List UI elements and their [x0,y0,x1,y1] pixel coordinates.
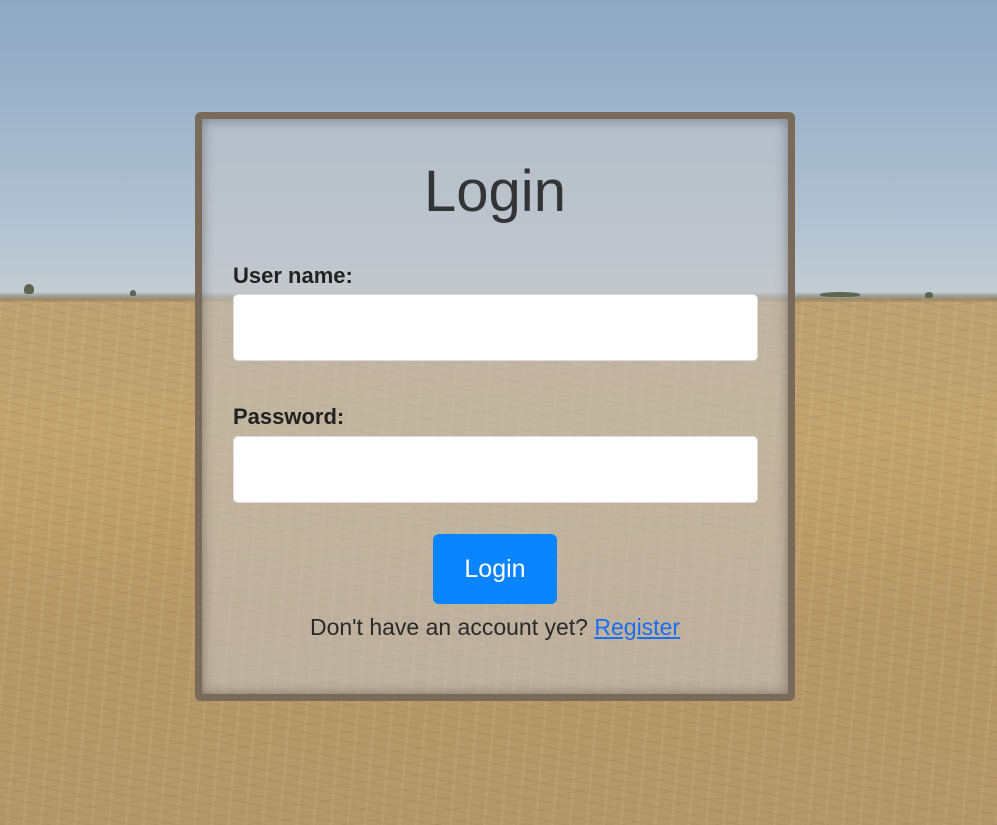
login-button[interactable]: Login [433,534,557,604]
register-prompt: Don't have an account yet? Register [202,612,788,642]
distant-tree [820,292,860,297]
distant-tree [925,292,933,298]
distant-tree [24,284,34,294]
register-link[interactable]: Register [594,614,680,640]
password-label: Password: [233,404,345,429]
login-card: Login User name: Password: Login Don't h… [195,112,795,701]
distant-tree [130,290,136,296]
login-title: Login [424,159,566,224]
page-background: Login User name: Password: Login Don't h… [0,0,997,825]
password-input[interactable] [233,436,758,503]
username-label: User name: [233,263,353,288]
register-prompt-text: Don't have an account yet? [309,614,588,640]
username-input[interactable] [233,294,758,361]
